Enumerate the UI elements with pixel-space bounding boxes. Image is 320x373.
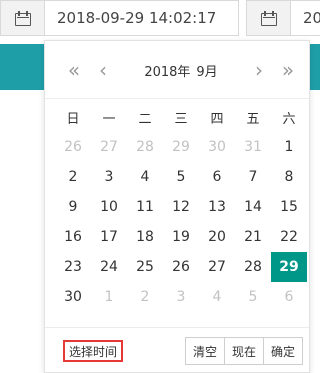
weekday-label: 六	[282, 111, 296, 127]
weekday-label: 四	[210, 111, 224, 127]
day-cell[interactable]: 28	[127, 132, 163, 162]
select-time-button[interactable]: 选择时间	[63, 340, 124, 362]
weekday-label: 五	[246, 111, 260, 127]
weekday-header: 日一二三四五六	[55, 104, 307, 130]
day-cell[interactable]: 9	[55, 192, 91, 222]
end-datetime-input[interactable]: 2018-	[291, 1, 320, 35]
day-cell[interactable]: 3	[163, 282, 199, 312]
start-datetime-input[interactable]: 2018-09-29 14:02:17	[45, 1, 238, 35]
day-cell[interactable]: 30	[199, 132, 235, 162]
day-cell[interactable]: 11	[127, 192, 163, 222]
end-datetime-field[interactable]: 2018-	[246, 0, 320, 36]
start-datetime-field[interactable]: 2018-09-29 14:02:17	[0, 0, 239, 36]
weekday-label: 三	[174, 111, 188, 127]
date-picker-footer: 选择时间 清空 现在 确定	[45, 327, 309, 372]
day-cell[interactable]: 20	[199, 222, 235, 252]
year-month-title: 2018年 9月	[133, 55, 229, 85]
end-datetime-addon[interactable]	[247, 1, 291, 35]
day-cell[interactable]: 7	[235, 162, 271, 192]
background-bar	[0, 44, 44, 90]
day-cell[interactable]: 21	[235, 222, 271, 252]
day-cell[interactable]: 13	[199, 192, 235, 222]
day-cell[interactable]: 4	[199, 282, 235, 312]
footer-button-group: 清空 现在 确定	[184, 337, 303, 365]
day-cell[interactable]: 16	[55, 222, 91, 252]
day-cell[interactable]: 29	[163, 132, 199, 162]
day-cell[interactable]: 19	[163, 222, 199, 252]
confirm-button[interactable]: 确定	[262, 337, 303, 365]
day-cell[interactable]: 27	[91, 132, 127, 162]
day-cell[interactable]: 15	[271, 192, 307, 222]
day-cell[interactable]: 17	[91, 222, 127, 252]
calendar-icon	[260, 10, 277, 26]
prev-year-icon[interactable]: «	[61, 55, 87, 85]
day-cell[interactable]: 8	[271, 162, 307, 192]
day-cell[interactable]: 26	[55, 132, 91, 162]
weekday-label: 一	[102, 111, 116, 127]
calendar-icon	[14, 10, 31, 26]
day-cell[interactable]: 2	[127, 282, 163, 312]
day-cell[interactable]: 30	[55, 282, 91, 312]
day-cell[interactable]: 26	[163, 252, 199, 282]
weekday-label: 二	[138, 111, 152, 127]
prev-month-icon[interactable]: ‹	[93, 55, 113, 85]
day-cell[interactable]: 27	[199, 252, 235, 282]
day-cell[interactable]: 5	[235, 282, 271, 312]
day-cell-selected[interactable]: 29	[271, 252, 307, 282]
day-cell[interactable]: 12	[163, 192, 199, 222]
weekday-label: 日	[66, 111, 80, 127]
day-cell[interactable]: 25	[127, 252, 163, 282]
day-cell[interactable]: 28	[235, 252, 271, 282]
date-picker-header: « ‹ 2018年 9月 › »	[45, 41, 309, 99]
day-cell[interactable]: 2	[55, 162, 91, 192]
day-cell[interactable]: 18	[127, 222, 163, 252]
day-cell[interactable]: 1	[91, 282, 127, 312]
day-cell[interactable]: 1	[271, 132, 307, 162]
year-select[interactable]: 2018年	[144, 61, 190, 80]
next-year-icon[interactable]: »	[275, 55, 301, 85]
day-cell[interactable]: 4	[127, 162, 163, 192]
day-cell[interactable]: 24	[91, 252, 127, 282]
now-button[interactable]: 现在	[223, 337, 264, 365]
next-month-icon[interactable]: ›	[249, 55, 269, 85]
day-cell[interactable]: 10	[91, 192, 127, 222]
clear-button[interactable]: 清空	[184, 337, 225, 365]
day-grid: 26 27 28 29 30 31 1 2 3 4 5 6 7 8 9 10 11 12 13 14 15 16 17 18 1…	[55, 132, 307, 312]
date-picker-popup: « ‹ 2018年 9月 › » 日一二三四五六 26 27 28 29 30 31 1 2 3…	[44, 40, 310, 373]
month-select[interactable]: 9月	[196, 61, 217, 80]
day-cell[interactable]: 3	[91, 162, 127, 192]
day-cell[interactable]: 31	[235, 132, 271, 162]
start-datetime-addon[interactable]	[1, 1, 45, 35]
day-cell[interactable]: 14	[235, 192, 271, 222]
day-cell[interactable]: 22	[271, 222, 307, 252]
day-cell[interactable]: 5	[163, 162, 199, 192]
day-cell[interactable]: 23	[55, 252, 91, 282]
day-cell[interactable]: 6	[199, 162, 235, 192]
day-cell[interactable]: 6	[271, 282, 307, 312]
